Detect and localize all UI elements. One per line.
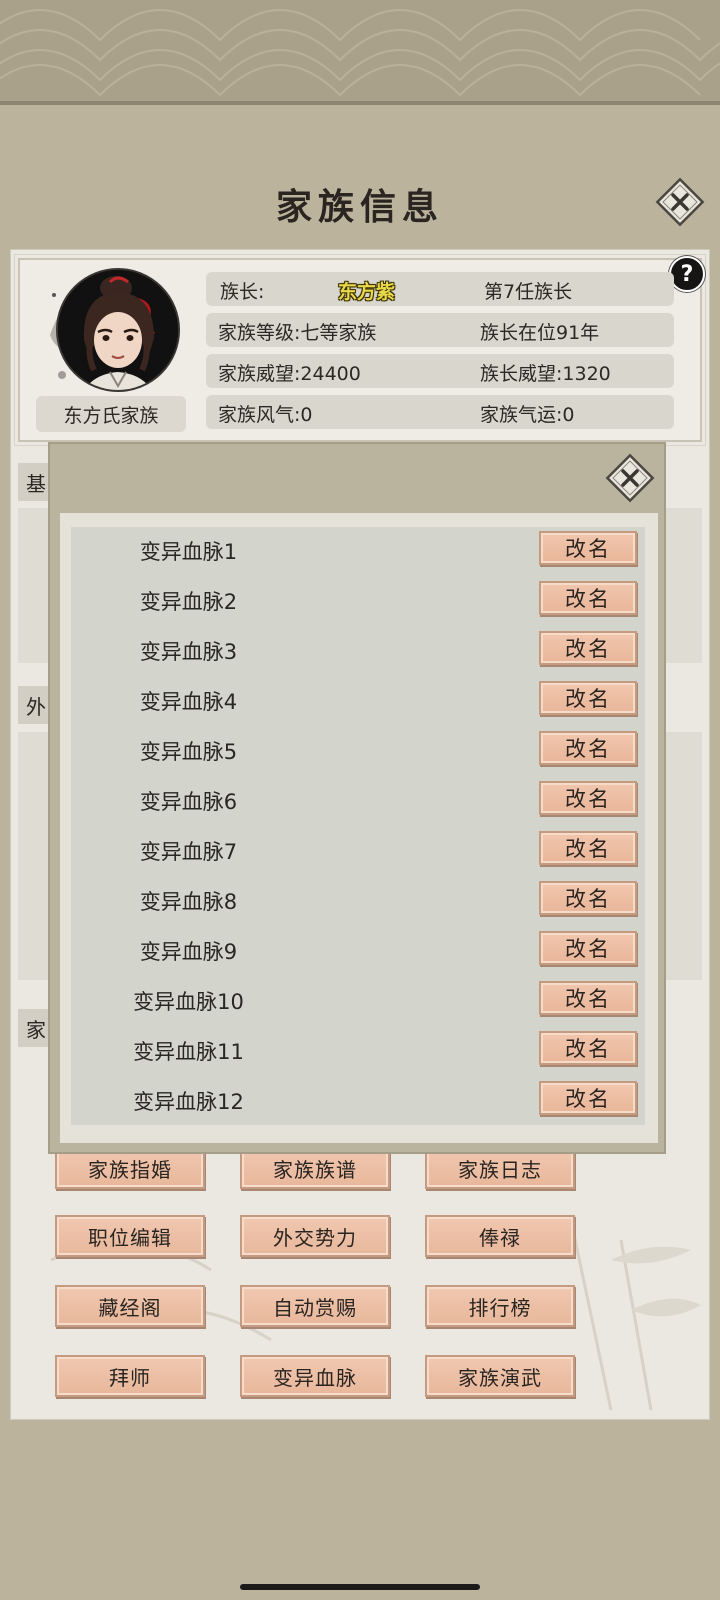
bloodline-name: 变异血脉6 [139, 790, 238, 814]
bloodline-name: 变异血脉11 [133, 1040, 244, 1064]
rename-button[interactable]: 改名 [539, 981, 637, 1015]
bloodline-name: 变异血脉12 [133, 1090, 244, 1114]
rename-button[interactable]: 改名 [539, 781, 637, 815]
apprentice-button[interactable]: 拜师 [55, 1355, 205, 1397]
leader-label: 族长: [220, 281, 265, 303]
rename-button[interactable]: 改名 [539, 931, 637, 965]
list-item: 变异血脉10 改名 [71, 976, 645, 1026]
rename-button[interactable]: 改名 [539, 1081, 637, 1115]
list-item: 变异血脉11 改名 [71, 1026, 645, 1076]
rename-button[interactable]: 改名 [539, 531, 637, 565]
leader-prestige: 族长威望:1320 [480, 363, 611, 385]
family-martial-button[interactable]: 家族演武 [425, 1355, 575, 1397]
rename-button[interactable]: 改名 [539, 731, 637, 765]
top-wave-band [0, 0, 720, 105]
section-tab-diplomacy[interactable]: 外 [18, 686, 48, 724]
bloodline-name: 变异血脉7 [139, 840, 238, 864]
close-window-button[interactable] [653, 175, 707, 229]
info-row-custom: 家族风气:0 家族气运:0 [206, 395, 674, 429]
family-prestige: 家族威望:24400 [218, 363, 361, 385]
close-icon [655, 177, 705, 227]
list-item: 变异血脉5 改名 [71, 726, 645, 776]
close-icon [605, 453, 655, 503]
clan-name-label: 东方氏家族 [36, 396, 186, 432]
list-item: 变异血脉2 改名 [71, 576, 645, 626]
list-item: 变异血脉6 改名 [71, 776, 645, 826]
family-fortune: 家族气运:0 [480, 404, 575, 426]
avatar[interactable] [56, 268, 180, 392]
auto-reward-button[interactable]: 自动赏赐 [240, 1285, 390, 1327]
bloodline-name: 变异血脉4 [139, 690, 238, 714]
rename-button[interactable]: 改名 [539, 631, 637, 665]
salary-button[interactable]: 俸禄 [425, 1215, 575, 1257]
position-edit-button[interactable]: 职位编辑 [55, 1215, 205, 1257]
rename-button[interactable]: 改名 [539, 581, 637, 615]
help-button[interactable]: ? [669, 256, 705, 292]
mutant-bloodline-button[interactable]: 变异血脉 [240, 1355, 390, 1397]
rename-button[interactable]: 改名 [539, 1031, 637, 1065]
home-indicator [240, 1584, 480, 1590]
avatar-frame [40, 265, 190, 395]
family-custom: 家族风气:0 [218, 404, 313, 426]
scripture-pavilion-button[interactable]: 藏经阁 [55, 1285, 205, 1327]
leader-generation: 第7任族长 [484, 281, 573, 303]
list-item: 变异血脉9 改名 [71, 926, 645, 976]
question-icon: ? [680, 261, 694, 287]
bloodline-name: 变异血脉2 [139, 590, 238, 614]
leader-tenure: 族长在位91年 [480, 322, 600, 344]
info-row-prestige: 家族威望:24400 族长威望:1320 [206, 354, 674, 388]
list-item: 变异血脉4 改名 [71, 676, 645, 726]
info-row-rank: 家族等级:七等家族 族长在位91年 [206, 313, 674, 347]
bloodline-name: 变异血脉8 [139, 890, 238, 914]
bloodline-name: 变异血脉5 [139, 740, 238, 764]
close-popup-button[interactable] [603, 451, 657, 505]
list-item: 变异血脉12 改名 [71, 1076, 645, 1126]
section-tab-basic[interactable]: 基 [18, 463, 48, 501]
rename-button[interactable]: 改名 [539, 681, 637, 715]
rename-button[interactable]: 改名 [539, 881, 637, 915]
bloodline-name: 变异血脉1 [139, 540, 238, 564]
list-item: 变异血脉1 改名 [71, 526, 645, 576]
list-item: 变异血脉3 改名 [71, 626, 645, 676]
family-rank: 家族等级:七等家族 [218, 322, 377, 344]
list-item: 变异血脉8 改名 [71, 876, 645, 926]
section-tab-family[interactable]: 家 [18, 1009, 48, 1047]
page-title: 家族信息 [275, 186, 444, 228]
leaderboard-button[interactable]: 排行榜 [425, 1285, 575, 1327]
character-portrait-icon [58, 270, 178, 390]
bloodline-name: 变异血脉9 [139, 940, 238, 964]
diplomacy-button[interactable]: 外交势力 [240, 1215, 390, 1257]
bloodline-name: 变异血脉3 [139, 640, 238, 664]
list-item: 变异血脉7 改名 [71, 826, 645, 876]
wave-pattern [0, 9, 720, 97]
rename-button[interactable]: 改名 [539, 831, 637, 865]
leader-name[interactable]: 东方紫 [338, 277, 395, 304]
info-row-leader: 族长: 东方紫 第7任族长 [206, 272, 674, 306]
bloodline-name: 变异血脉10 [133, 990, 244, 1014]
